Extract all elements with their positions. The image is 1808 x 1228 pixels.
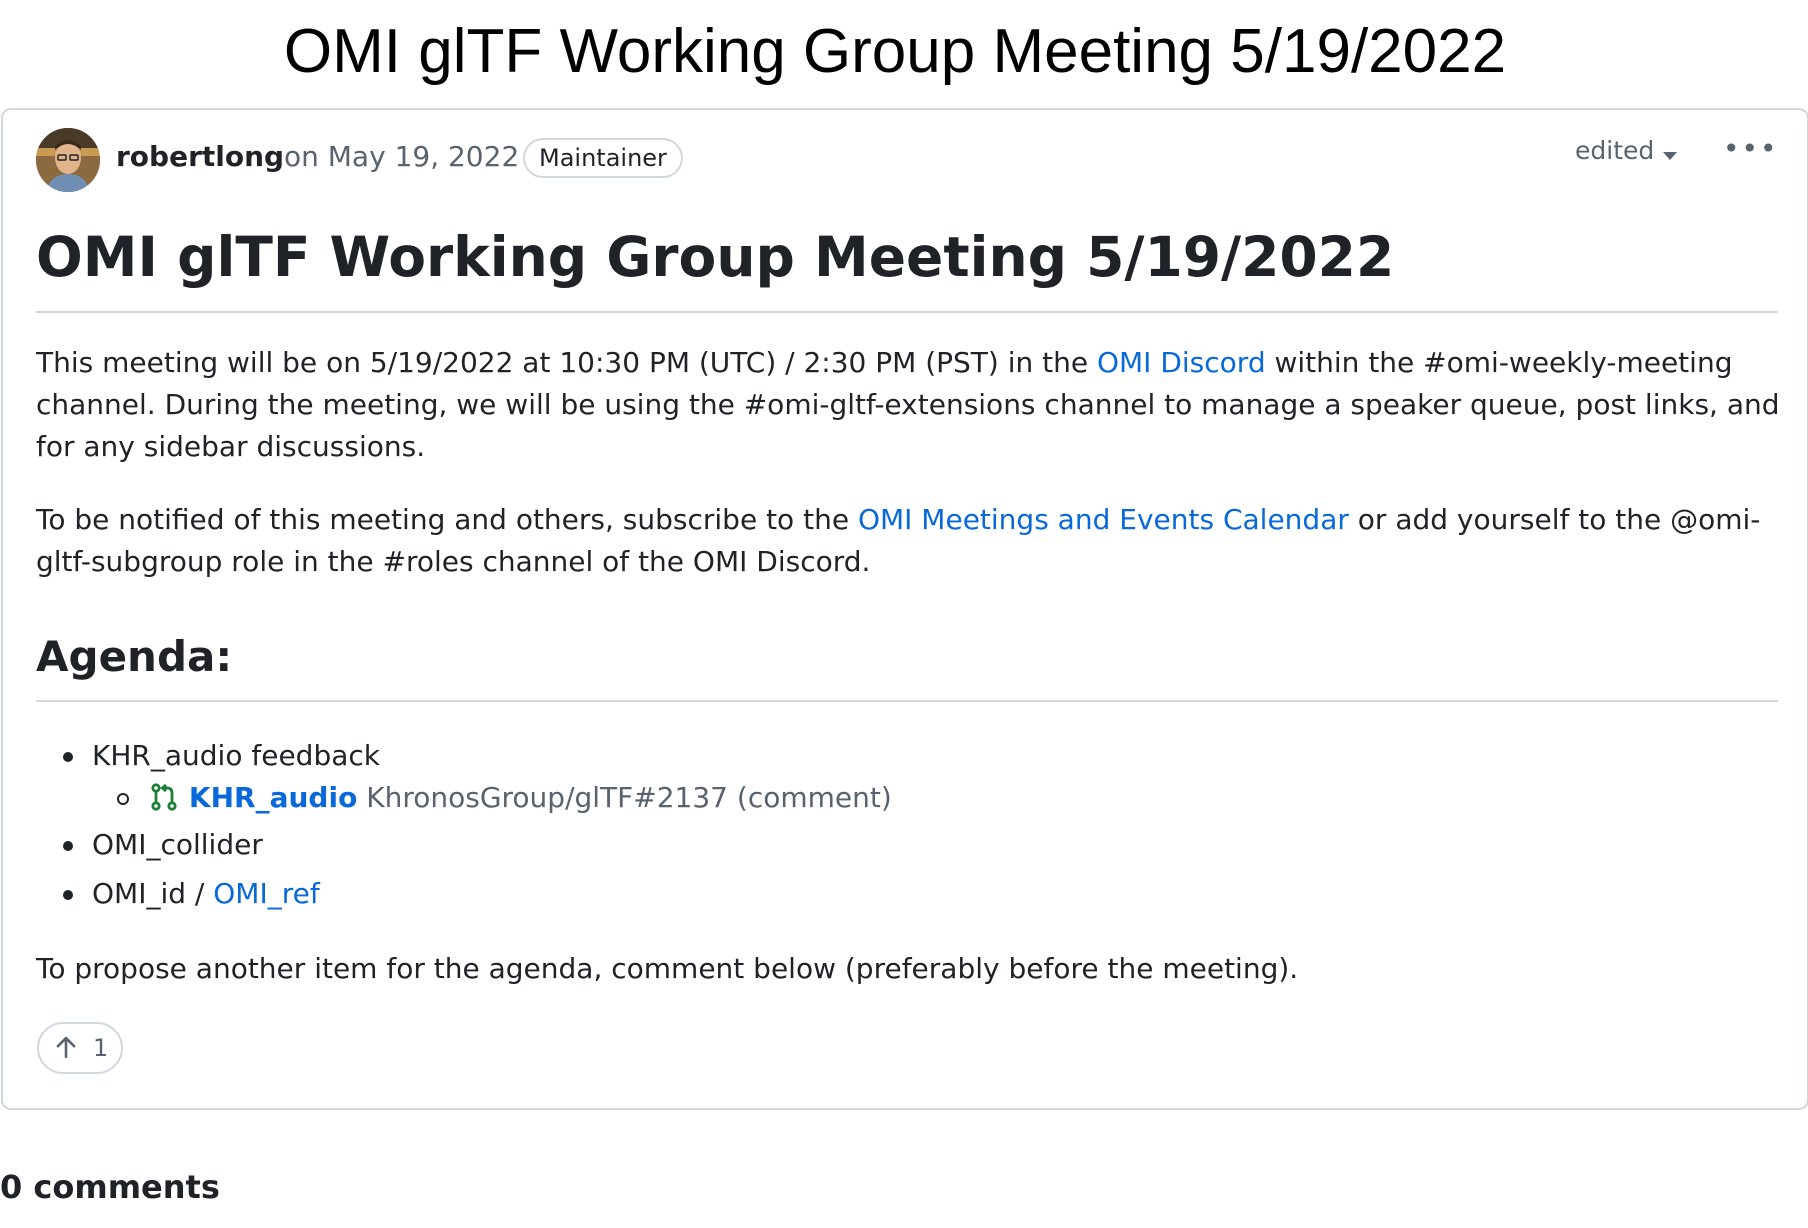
- discussion-post: robertlong on May 19, 2022 Maintainer ed…: [1, 108, 1808, 1110]
- agenda-divider: [36, 700, 1778, 702]
- calendar-link[interactable]: OMI Meetings and Events Calendar: [858, 503, 1349, 536]
- upvote-count: 1: [93, 1034, 109, 1062]
- heading-divider: [36, 311, 1778, 313]
- omi-ref-link[interactable]: OMI_ref: [213, 877, 319, 910]
- pr-reference[interactable]: KhronosGroup/glTF#2137: [366, 781, 728, 814]
- list-bullet: [63, 890, 73, 900]
- chevron-down-icon[interactable]: [1663, 152, 1677, 160]
- author-name[interactable]: robertlong: [116, 140, 284, 173]
- edited-dropdown[interactable]: edited: [1575, 136, 1654, 165]
- list-bullet: [117, 793, 129, 805]
- agenda-item-omi-collider: OMI_collider: [92, 828, 263, 861]
- post-date[interactable]: on May 19, 2022: [284, 140, 519, 173]
- git-pull-request-icon: [151, 783, 177, 811]
- closing-paragraph: To propose another item for the agenda, …: [36, 952, 1299, 985]
- arrow-up-icon: [56, 1036, 76, 1059]
- notify-paragraph: To be notified of this meeting and other…: [36, 499, 1781, 583]
- pr-link[interactable]: KHR_audio: [189, 781, 357, 814]
- agenda-subitem-pr: KHR_audio KhronosGroup/glTF#2137 (commen…: [148, 778, 892, 818]
- avatar-image: [36, 128, 100, 192]
- post-heading: OMI glTF Working Group Meeting 5/19/2022: [36, 225, 1395, 289]
- intro-text-1: This meeting will be on 5/19/2022 at 10:…: [36, 346, 1097, 379]
- omi-discord-link[interactable]: OMI Discord: [1097, 346, 1266, 379]
- omi-id-text: OMI_id /: [92, 877, 214, 910]
- agenda-item-omi-id: OMI_id / OMI_ref: [92, 874, 320, 914]
- agenda-heading: Agenda:: [36, 632, 233, 681]
- kebab-horizontal-icon[interactable]: •••: [1723, 132, 1779, 165]
- notify-text-1: To be notified of this meeting and other…: [36, 503, 858, 536]
- pr-note: (comment): [736, 781, 892, 814]
- intro-paragraph: This meeting will be on 5/19/2022 at 10:…: [36, 342, 1781, 468]
- list-bullet: [63, 752, 73, 762]
- agenda-item-khr-audio: KHR_audio feedback: [92, 739, 380, 772]
- upvote-button[interactable]: 1: [37, 1022, 123, 1074]
- list-bullet: [63, 841, 73, 851]
- comments-count: 0 comments: [0, 1168, 220, 1206]
- maintainer-badge: Maintainer: [523, 138, 683, 178]
- avatar[interactable]: [36, 128, 100, 192]
- page-title: OMI glTF Working Group Meeting 5/19/2022: [283, 17, 1507, 86]
